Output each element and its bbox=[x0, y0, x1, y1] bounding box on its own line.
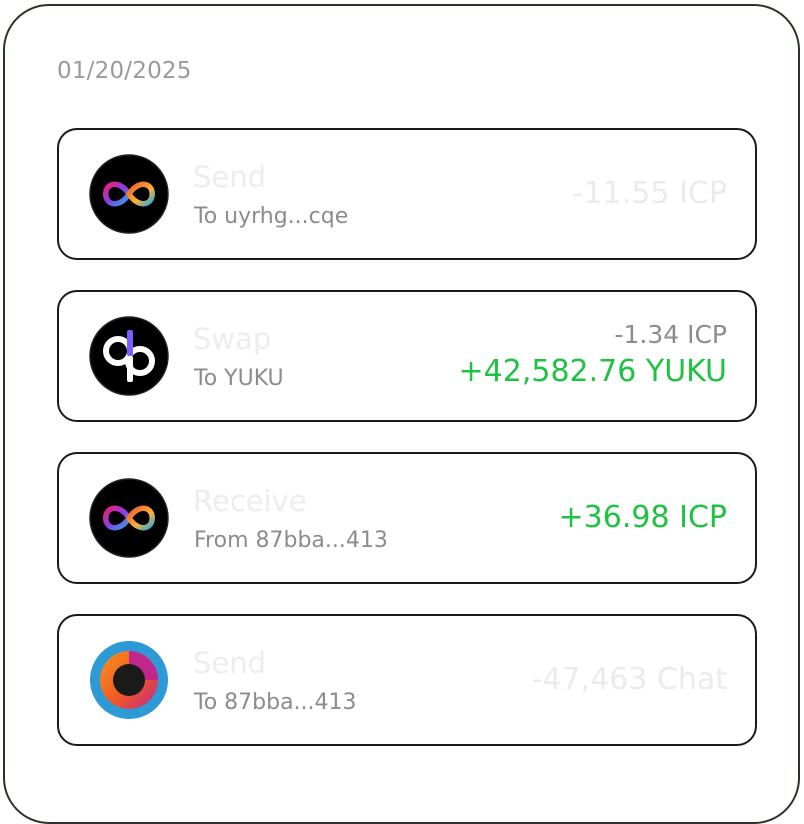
transaction-item-send-icp[interactable]: Send To uyrhg...cqe -11.55 ICP bbox=[57, 128, 757, 260]
icp-token-icon bbox=[89, 154, 169, 234]
swap-token-icon bbox=[89, 316, 169, 396]
transaction-title: Receive bbox=[193, 484, 307, 518]
transaction-amount: -47,463 Chat bbox=[531, 662, 727, 697]
chat-token-icon bbox=[89, 640, 169, 720]
transaction-counterparty: To uyrhg...cqe bbox=[194, 204, 349, 229]
transaction-title: Send bbox=[193, 646, 267, 680]
transaction-item-swap[interactable]: Swap To YUKU -1.34 ICP +42,582.76 YUKU bbox=[57, 290, 757, 422]
transaction-item-receive-icp[interactable]: Receive From 87bba...413 +36.98 ICP bbox=[57, 452, 757, 584]
transaction-counterparty: To 87bba...413 bbox=[194, 690, 357, 715]
transaction-item-send-chat[interactable]: Send To 87bba...413 -47,463 Chat bbox=[57, 614, 757, 746]
swap-amount-to: +42,582.76 YUKU bbox=[458, 354, 727, 389]
transaction-list: Send To uyrhg...cqe -11.55 ICP Swap To Y… bbox=[57, 128, 757, 776]
transaction-amount: -11.55 ICP bbox=[572, 176, 727, 211]
transaction-history-panel: 01/20/2025 Send To uyrhg...cqe -11.55 IC… bbox=[3, 4, 800, 824]
transaction-counterparty: From 87bba...413 bbox=[194, 528, 388, 553]
transaction-amount: +36.98 ICP bbox=[558, 500, 727, 535]
transaction-date: 01/20/2025 bbox=[57, 58, 192, 84]
swap-amount-from: -1.34 ICP bbox=[614, 320, 727, 349]
icp-token-icon bbox=[89, 478, 169, 558]
transaction-title: Send bbox=[193, 160, 267, 194]
transaction-title: Swap bbox=[193, 322, 272, 356]
transaction-counterparty: To YUKU bbox=[194, 366, 284, 391]
